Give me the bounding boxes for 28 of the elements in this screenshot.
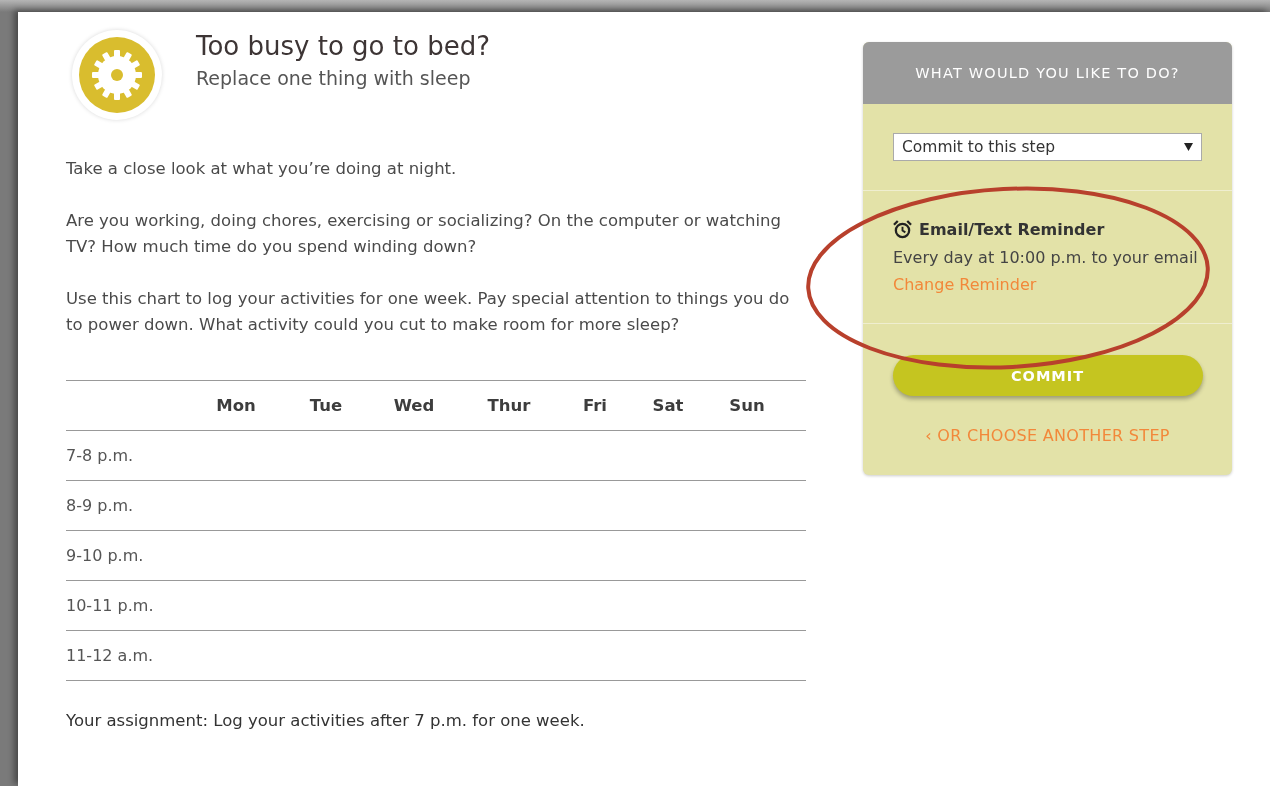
action-select[interactable]: Commit to this step: [893, 133, 1202, 161]
column-header: Mon: [215, 396, 257, 415]
panel-header: WHAT WOULD YOU LIKE TO DO?: [863, 42, 1232, 104]
column-header: Sun: [728, 396, 766, 415]
column-header: Wed: [392, 396, 436, 415]
page-title: Too busy to go to bed?: [196, 31, 490, 61]
assignment-text: Your assignment: Log your activities after 7 p.m. for one week.: [66, 711, 586, 730]
paragraph: Take a close look at what you’re doing at night.: [66, 158, 458, 180]
page-subtitle: Replace one thing with sleep: [196, 67, 472, 89]
time-label: 8-9 p.m.: [66, 496, 135, 515]
reminder-title: Email/Text Reminder: [919, 220, 1105, 239]
time-label: 10-11 p.m.: [66, 596, 155, 615]
choose-another-step-link[interactable]: ‹ OR CHOOSE ANOTHER STEP: [925, 426, 1170, 445]
caret-icon: [1184, 143, 1193, 151]
paragraph: Are you working, doing chores, exercising or socializing? On the computer or watching TV? How much time do you spend winding down?: [66, 210, 782, 258]
commit-button[interactable]: COMMIT: [892, 355, 1203, 396]
gear-icon: [79, 37, 155, 113]
time-label: 9-10 p.m.: [66, 546, 145, 565]
column-header: Tue: [308, 396, 344, 415]
reminder-text: Every day at 10:00 p.m. to your email: [893, 247, 1199, 269]
time-label: 11-12 a.m.: [66, 646, 155, 665]
column-header: Thur: [486, 396, 532, 415]
change-reminder-link[interactable]: Change Reminder: [893, 275, 1037, 294]
alarm-clock-icon: [893, 220, 912, 239]
column-header: Fri: [582, 396, 608, 415]
column-header: Sat: [651, 396, 685, 415]
paragraph: Use this chart to log your activities for one week. Pay special attention to things you do to power down. What activity could you cut to make room for more sleep?: [66, 288, 791, 336]
time-label: 7-8 p.m.: [66, 446, 135, 465]
